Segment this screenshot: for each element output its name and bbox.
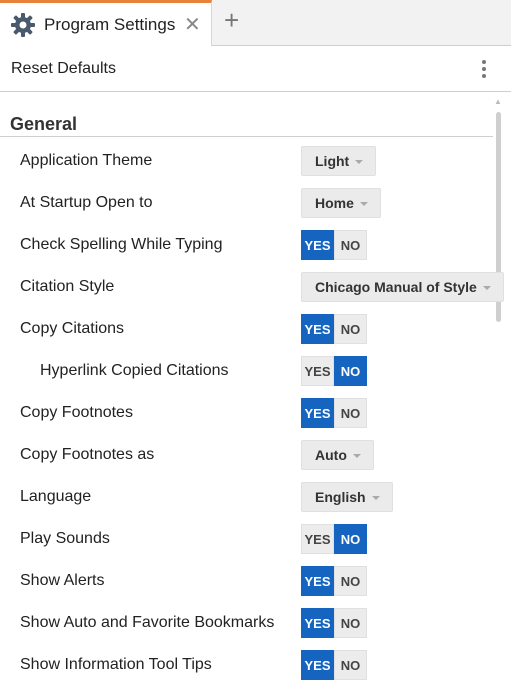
hyperlink-copied-citations-toggle[interactable]: YES NO	[301, 356, 367, 386]
chevron-down-icon	[371, 496, 380, 501]
at-startup-open-to-dropdown[interactable]: Home	[301, 188, 381, 218]
setting-label: Show Alerts	[20, 572, 105, 589]
no-option[interactable]: NO	[334, 524, 367, 554]
more-vertical-icon[interactable]	[474, 58, 494, 82]
no-option[interactable]: NO	[334, 650, 367, 680]
reset-defaults-button[interactable]: Reset Defaults	[11, 60, 116, 78]
setting-row-language: Language English	[0, 477, 493, 519]
no-option[interactable]: NO	[334, 356, 367, 386]
setting-row-citation-style: Citation Style Chicago Manual of Style	[0, 267, 504, 309]
tab-title: Program Settings	[44, 15, 176, 34]
show-auto-and-favorite-bookmarks-toggle[interactable]: YES NO	[301, 608, 367, 638]
setting-label: Show Auto and Favorite Bookmarks	[20, 614, 275, 631]
setting-row-application-theme: Application Theme Light	[0, 141, 493, 183]
yes-option[interactable]: YES	[301, 398, 334, 428]
chevron-down-icon	[355, 160, 364, 165]
no-option[interactable]: NO	[334, 314, 367, 344]
setting-label: Citation Style	[20, 278, 115, 295]
setting-label: Copy Footnotes	[20, 404, 133, 421]
play-sounds-toggle[interactable]: YES NO	[301, 524, 367, 554]
application-theme-dropdown[interactable]: Light	[301, 146, 377, 176]
settings-panel: ▲ General Application Theme Light At Start…	[0, 92, 511, 680]
setting-row-copy-footnotes-as: Copy Footnotes as Auto	[0, 435, 493, 477]
setting-label: Copy Footnotes as	[20, 446, 155, 463]
yes-option[interactable]: YES	[301, 314, 334, 344]
yes-option[interactable]: YES	[301, 230, 334, 260]
copy-footnotes-toggle[interactable]: YES NO	[301, 398, 367, 428]
no-option[interactable]: NO	[334, 608, 367, 638]
show-information-tool-tips-toggle[interactable]: YES NO	[301, 650, 367, 680]
setting-label: Copy Citations	[20, 320, 125, 337]
setting-row-at-startup-open-to: At Startup Open to Home	[0, 183, 493, 225]
yes-option[interactable]: YES	[301, 524, 334, 554]
setting-row-play-sounds: Play Sounds YES NO	[0, 519, 493, 561]
new-tab-icon[interactable]: +	[224, 7, 239, 33]
toolbar: Reset Defaults	[0, 46, 511, 92]
setting-row-show-auto-and-favorite-bookmarks: Show Auto and Favorite Bookmarks YES NO	[0, 603, 493, 645]
no-option[interactable]: NO	[334, 230, 367, 260]
show-alerts-toggle[interactable]: YES NO	[301, 566, 367, 596]
setting-row-check-spelling-while-typing: Check Spelling While Typing YES NO	[0, 225, 493, 267]
setting-label: At Startup Open to	[20, 194, 153, 211]
yes-option[interactable]: YES	[301, 356, 334, 386]
citation-style-dropdown[interactable]: Chicago Manual of Style	[301, 272, 504, 302]
dropdown-value: English	[315, 489, 366, 505]
dropdown-value: Light	[315, 153, 350, 169]
no-option[interactable]: NO	[334, 566, 367, 596]
section-divider	[0, 136, 493, 137]
language-dropdown[interactable]: English	[301, 482, 393, 512]
copy-citations-toggle[interactable]: YES NO	[301, 314, 367, 344]
tab-bar: Program Settings ✕ +	[0, 0, 511, 46]
setting-row-show-information-tool-tips: Show Information Tool Tips YES NO	[0, 645, 493, 680]
check-spelling-while-typing-toggle[interactable]: YES NO	[301, 230, 367, 260]
tab-program-settings[interactable]: Program Settings ✕	[0, 0, 212, 46]
setting-label: Language	[20, 488, 92, 505]
setting-label: Hyperlink Copied Citations	[40, 362, 229, 379]
setting-row-show-alerts: Show Alerts YES NO	[0, 561, 493, 603]
setting-row-copy-citations: Copy Citations YES NO	[0, 309, 493, 351]
no-option[interactable]: NO	[334, 398, 367, 428]
setting-row-hyperlink-copied-citations: Hyperlink Copied Citations YES NO	[0, 351, 493, 393]
dropdown-value: Auto	[315, 447, 347, 463]
dropdown-value: Chicago Manual of Style	[315, 279, 477, 295]
chevron-down-icon	[482, 286, 491, 291]
chevron-down-icon	[359, 202, 368, 207]
setting-label: Application Theme	[20, 152, 153, 169]
section-title: General	[10, 114, 78, 134]
yes-option[interactable]: YES	[301, 650, 334, 680]
scroll-up-icon[interactable]: ▲	[494, 97, 502, 106]
gear-icon	[11, 13, 35, 37]
close-icon[interactable]: ✕	[184, 12, 201, 37]
copy-footnotes-as-dropdown[interactable]: Auto	[301, 440, 374, 470]
yes-option[interactable]: YES	[301, 608, 334, 638]
chevron-down-icon	[352, 454, 361, 459]
yes-option[interactable]: YES	[301, 566, 334, 596]
setting-label: Play Sounds	[20, 530, 110, 547]
dropdown-value: Home	[315, 195, 354, 211]
setting-label: Check Spelling While Typing	[20, 236, 223, 253]
setting-label: Show Information Tool Tips	[20, 656, 212, 673]
setting-row-copy-footnotes: Copy Footnotes YES NO	[0, 393, 493, 435]
